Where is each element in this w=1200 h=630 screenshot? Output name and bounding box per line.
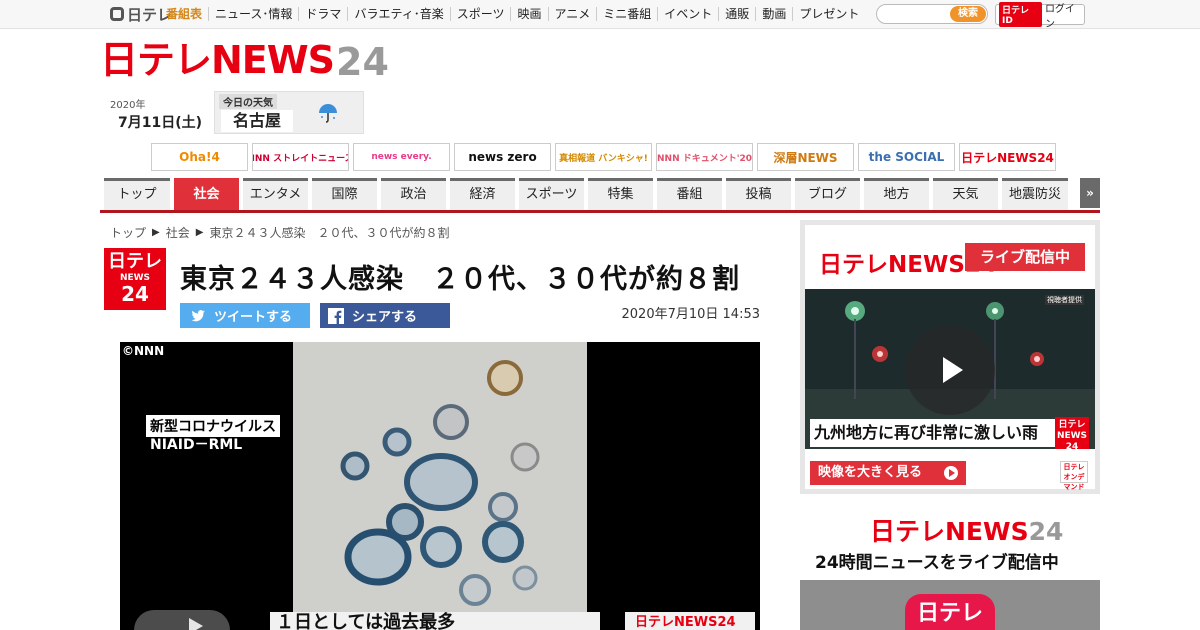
- video-caption-credit: NIAID－RML: [150, 437, 243, 453]
- breadcrumb-top[interactable]: トップ: [110, 224, 146, 241]
- breadcrumb: トップ ▶ 社会 ▶ 東京２４３人感染 ２０代、３０代が約８割: [110, 224, 449, 241]
- app-icon: 日テレ: [905, 594, 995, 630]
- arrow-right-icon: [944, 466, 958, 480]
- search-button[interactable]: 検索: [950, 6, 986, 22]
- program-banner[interactable]: news zero: [454, 143, 551, 171]
- login-label: ログイン: [1044, 3, 1075, 30]
- tweet-button[interactable]: ツイートする: [180, 303, 310, 328]
- twitter-icon: [191, 309, 205, 321]
- ntv-logo-icon: [110, 7, 124, 21]
- play-icon: [943, 357, 963, 383]
- article-video-player[interactable]: ©NNN 新型コロナウイルス NIAID－RML １日としては過去最多 日テレN…: [120, 342, 760, 630]
- play-icon: [189, 618, 203, 630]
- chevron-right-icon: ▶: [152, 227, 160, 238]
- ntv-ondemand-mark[interactable]: 日テレ オンデマンド: [1060, 461, 1088, 491]
- program-banner[interactable]: the SOCIAL: [858, 143, 955, 171]
- virus-micrograph: [293, 342, 587, 630]
- news24-promo-logo[interactable]: 日テレNEWS24: [870, 512, 1063, 548]
- global-nav-link[interactable]: バラエティ･音楽: [347, 7, 449, 21]
- category-tabs: トップ 社会 エンタメ 国際 政治 経済 スポーツ 特集 番組 投稿 ブログ 地方 天気 地震防災: [104, 178, 1068, 210]
- tab-category[interactable]: トップ: [104, 178, 170, 210]
- date-day: 7月11日(土): [118, 115, 203, 131]
- more-categories-button[interactable]: »: [1080, 178, 1100, 208]
- program-banner[interactable]: 深層NEWS: [757, 143, 854, 171]
- live-play-button[interactable]: [905, 325, 995, 415]
- global-nav-link[interactable]: スポーツ: [449, 7, 511, 21]
- facebook-share-button[interactable]: シェアする: [320, 303, 450, 328]
- site-logo[interactable]: 日テレNEWS 24: [100, 38, 389, 84]
- facebook-icon: [328, 307, 344, 324]
- news24-badge: 日テレ NEWS 24: [104, 248, 166, 310]
- video-subtitle: １日としては過去最多: [270, 612, 600, 630]
- program-banners: Oha!4 NNN ストレイトニュース news every. news zero 真相…: [151, 143, 1056, 171]
- watch-large-button[interactable]: 映像を大きく見る: [810, 461, 966, 485]
- program-banner[interactable]: news every.: [353, 143, 450, 171]
- global-nav-link[interactable]: イベント: [657, 7, 718, 21]
- global-nav-link[interactable]: 通販: [718, 7, 755, 21]
- date-year: 2020年: [110, 100, 146, 111]
- ntv-id-mark: 日テレID: [999, 2, 1042, 27]
- login-button[interactable]: 日テレID ログイン: [995, 2, 1085, 30]
- breadcrumb-current: 東京２４３人感染 ２０代、３０代が約８割: [209, 226, 450, 240]
- program-banner[interactable]: NNN ドキュメント'20: [656, 143, 753, 171]
- umbrella-icon: [319, 104, 337, 123]
- tab-category[interactable]: スポーツ: [519, 178, 584, 210]
- live-badge: ライブ配信中: [965, 243, 1085, 271]
- copyright-mark: ©NNN: [122, 344, 165, 358]
- live-corner-logo: 日テレ NEWS 24: [1055, 417, 1089, 449]
- live-stream-panel: 日テレNEWS24 ライブ配信中 視聴者提供 九州地方に再び非常に激しい雨 日テ…: [805, 225, 1095, 491]
- global-nav-link[interactable]: 動画: [755, 7, 792, 21]
- tab-category[interactable]: 経済: [450, 178, 515, 210]
- live-video-player[interactable]: 視聴者提供 九州地方に再び非常に激しい雨 日テレ NEWS 24: [805, 289, 1095, 449]
- live-caption: 九州地方に再び非常に激しい雨: [810, 419, 1057, 447]
- app-promo-image[interactable]: 日テレ: [800, 580, 1100, 630]
- global-nav-link[interactable]: 映画: [510, 7, 547, 21]
- video-logo: 日テレNEWS24: [625, 612, 755, 630]
- program-banner[interactable]: Oha!4: [151, 143, 248, 171]
- video-bottom-caption: １日としては過去最多 日テレNEWS24: [120, 610, 760, 630]
- global-nav-link[interactable]: ニュース･情報: [208, 7, 298, 21]
- viewer-provided-tag: 視聴者提供: [1045, 295, 1084, 305]
- weather-city: 名古屋: [221, 110, 293, 132]
- tab-category[interactable]: 番組: [657, 178, 722, 210]
- tab-category[interactable]: 国際: [312, 178, 377, 210]
- tab-category[interactable]: 地震防災: [1002, 178, 1068, 210]
- article-headline: 東京２４３人感染 ２０代、３０代が約８割: [180, 264, 740, 295]
- program-banner[interactable]: 真相報道 バンキシャ!: [555, 143, 652, 171]
- weather-widget[interactable]: 今日の天気 名古屋: [214, 91, 364, 134]
- tab-category[interactable]: ブログ: [795, 178, 860, 210]
- weather-label: 今日の天気: [219, 94, 277, 109]
- live-stream-box: 日テレNEWS24 ライブ配信中 視聴者提供 九州地方に再び非常に激しい雨 日テ…: [800, 220, 1100, 494]
- global-nav-link[interactable]: プレゼント: [792, 7, 865, 21]
- published-date: 2020年7月10日 14:53: [621, 307, 761, 322]
- chevron-right-icon: ▶: [195, 227, 204, 238]
- global-nav-link[interactable]: ドラマ: [298, 7, 347, 21]
- tab-category[interactable]: 政治: [381, 178, 446, 210]
- play-button[interactable]: [134, 610, 230, 630]
- tab-category[interactable]: 特集: [588, 178, 653, 210]
- global-nav-link[interactable]: ミニ番組: [596, 7, 657, 21]
- global-nav-link[interactable]: 番組表: [160, 7, 208, 21]
- tab-category[interactable]: 投稿: [726, 178, 791, 210]
- program-banner[interactable]: 日テレNEWS24: [959, 143, 1056, 171]
- global-nav: 日テレ 番組表 ニュース･情報 ドラマ バラエティ･音楽 スポーツ 映画 アニメ ミニ番組 イベ…: [0, 0, 1200, 30]
- tab-category[interactable]: 地方: [864, 178, 929, 210]
- category-underline: [100, 210, 1100, 213]
- tab-category[interactable]: 社会: [174, 178, 239, 210]
- virus-micrograph-image: [293, 342, 587, 630]
- tab-category[interactable]: 天気: [933, 178, 998, 210]
- tab-category[interactable]: エンタメ: [243, 178, 308, 210]
- program-banner[interactable]: NNN ストレイトニュース: [252, 143, 349, 171]
- global-nav-links: 番組表 ニュース･情報 ドラマ バラエティ･音楽 スポーツ 映画 アニメ ミニ番組 イベント 通販…: [160, 0, 865, 28]
- breadcrumb-category[interactable]: 社会: [166, 224, 190, 241]
- news24-promo-subtitle: 24時間ニュースをライブ配信中: [815, 553, 1059, 573]
- global-nav-link[interactable]: アニメ: [547, 7, 597, 21]
